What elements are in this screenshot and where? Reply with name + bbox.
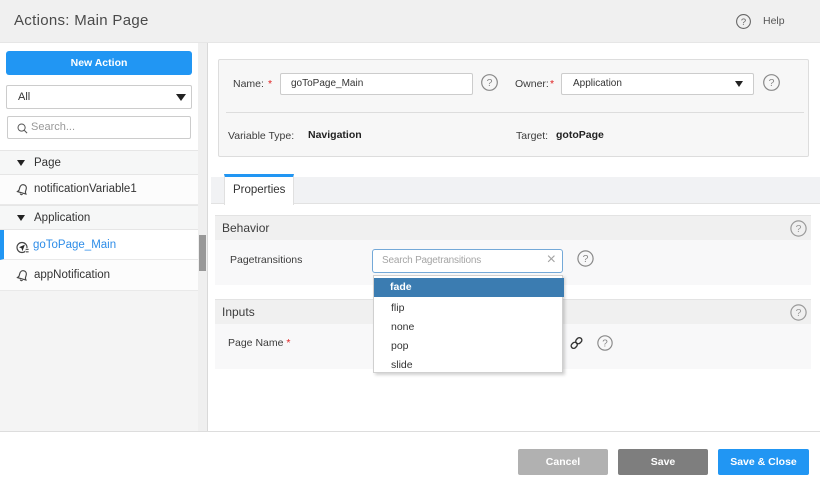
svg-text:?: ? [583, 253, 589, 265]
svg-text:?: ? [487, 77, 493, 89]
svg-text:?: ? [741, 17, 746, 28]
svg-text:?: ? [796, 223, 802, 235]
svg-text:?: ? [602, 338, 608, 349]
svg-text:?: ? [769, 77, 775, 89]
svg-text:?: ? [796, 307, 802, 319]
